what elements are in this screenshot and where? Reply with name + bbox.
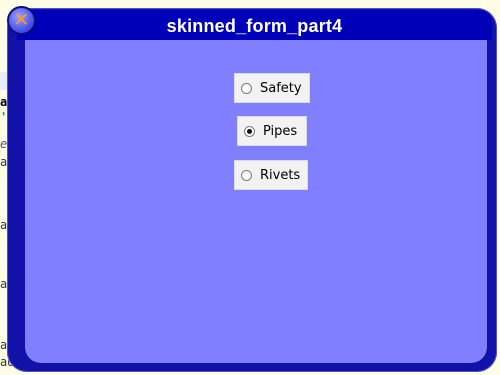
radio-indicator	[241, 169, 252, 181]
form-client-area: Safety Pipes Rivets	[25, 40, 487, 363]
skinned-form: skinned_form_part4 ✕ Safety Pipes Rivets	[7, 6, 497, 372]
close-button[interactable]: ✕	[7, 6, 36, 35]
close-icon: ✕	[13, 9, 30, 31]
radio-safety[interactable]: Safety	[234, 73, 310, 103]
radio-rivets[interactable]: Rivets	[234, 160, 308, 190]
radio-label: Pipes	[263, 123, 298, 139]
radio-indicator-checked	[244, 125, 255, 137]
radio-indicator	[241, 82, 252, 94]
title-bar[interactable]: skinned_form_part4	[17, 10, 492, 40]
radio-pipes[interactable]: Pipes	[237, 116, 307, 146]
window-title: skinned_form_part4	[166, 16, 343, 36]
radio-label: Safety	[260, 80, 302, 96]
radio-label: Rivets	[260, 167, 301, 183]
